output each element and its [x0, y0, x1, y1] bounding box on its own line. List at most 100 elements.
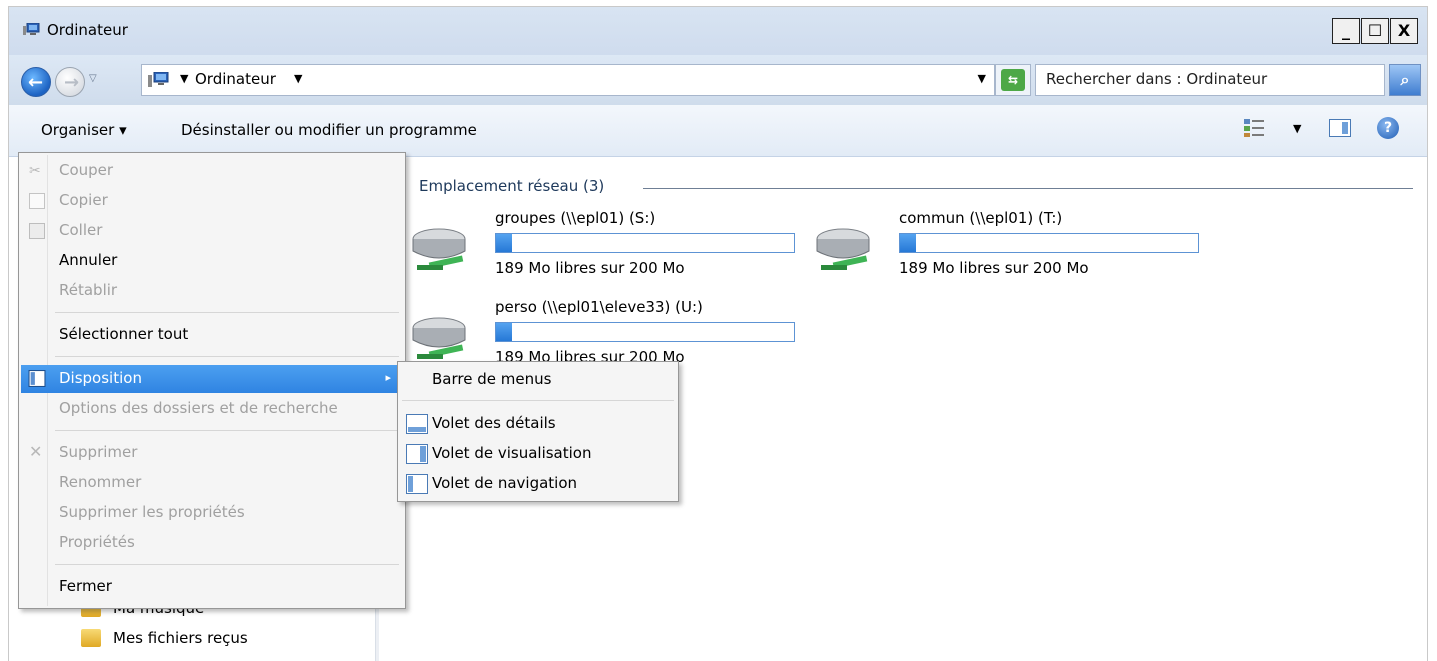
- layout-icon: [28, 370, 46, 387]
- drive-usage-fill: [496, 323, 513, 341]
- title-bar[interactable]: Ordinateur _ ☐ X: [9, 7, 1427, 55]
- computer-icon: [23, 23, 40, 35]
- menu-item-label: Supprimer les propriétés: [59, 503, 245, 521]
- drive-item[interactable]: commun (\\epl01) (T:) 189 Mo libres sur …: [813, 209, 1199, 289]
- menu-item-label: Propriétés: [59, 533, 135, 551]
- menu-item-label: Couper: [59, 161, 114, 179]
- address-history-dropdown-icon[interactable]: ▼: [978, 72, 986, 85]
- breadcrumb-location[interactable]: Ordinateur: [195, 70, 276, 88]
- refresh-button[interactable]: ⇆: [995, 64, 1031, 96]
- organize-button[interactable]: Organiser ▾: [41, 121, 127, 139]
- breadcrumb-arrow-icon[interactable]: ▼: [180, 72, 188, 85]
- submenu-item-menu-bar[interactable]: Barre de menus: [400, 366, 676, 394]
- drive-usage-fill: [900, 234, 917, 252]
- recent-pages-dropdown-icon[interactable]: ▽: [89, 73, 97, 84]
- layout-submenu: Barre de menus Volet des détails Volet d…: [397, 361, 679, 502]
- submenu-item-label: Barre de menus: [432, 370, 552, 388]
- minimize-button[interactable]: _: [1332, 18, 1360, 44]
- preview-pane-icon: [406, 444, 428, 464]
- close-button[interactable]: X: [1390, 18, 1418, 44]
- menu-separator: [55, 356, 399, 357]
- window-title: Ordinateur: [47, 21, 128, 39]
- views-dropdown-icon[interactable]: ▼: [1293, 122, 1301, 135]
- menu-item-undo[interactable]: Annuler: [21, 247, 403, 275]
- menu-item-label: Annuler: [59, 251, 118, 269]
- menu-item-copy[interactable]: Copier: [21, 187, 403, 215]
- menu-item-layout[interactable]: Disposition ▸: [21, 365, 403, 393]
- submenu-item-label: Volet de navigation: [432, 474, 578, 492]
- submenu-item-label: Volet de visualisation: [432, 444, 592, 462]
- views-icon[interactable]: [1244, 119, 1264, 137]
- navigation-pane-icon: [406, 474, 428, 494]
- menu-item-remove-properties[interactable]: Supprimer les propriétés: [21, 499, 403, 527]
- menu-item-label: Renommer: [59, 473, 142, 491]
- submenu-item-navigation-pane[interactable]: Volet de navigation: [400, 470, 676, 498]
- menu-item-properties[interactable]: Propriétés: [21, 529, 403, 557]
- menu-item-rename[interactable]: Renommer: [21, 469, 403, 497]
- help-icon[interactable]: ?: [1377, 117, 1399, 139]
- breadcrumb-arrow-icon[interactable]: ▼: [294, 72, 302, 85]
- drive-item[interactable]: groupes (\\epl01) (S:) 189 Mo libres sur…: [409, 209, 795, 289]
- forward-button[interactable]: →: [55, 67, 85, 97]
- search-input[interactable]: Rechercher dans : Ordinateur: [1035, 64, 1385, 96]
- menu-item-folder-options[interactable]: Options des dossiers et de recherche: [21, 395, 403, 423]
- submenu-item-preview-pane[interactable]: Volet de visualisation: [400, 440, 676, 468]
- maximize-button[interactable]: ☐: [1361, 18, 1389, 44]
- drive-name: commun (\\epl01) (T:): [899, 209, 1063, 227]
- back-arrow-icon: ←: [28, 72, 44, 93]
- network-drive-icon: [412, 317, 466, 359]
- drive-usage-bar: [495, 322, 795, 342]
- details-pane-icon: [406, 414, 428, 434]
- submenu-item-details-pane[interactable]: Volet des détails: [400, 410, 676, 438]
- menu-item-close[interactable]: Fermer: [21, 573, 403, 601]
- submenu-arrow-icon: ▸: [385, 371, 391, 384]
- menu-item-label: Options des dossiers et de recherche: [59, 399, 338, 417]
- paste-icon: [29, 223, 45, 239]
- menu-item-select-all[interactable]: Sélectionner tout: [21, 321, 403, 349]
- search-icon[interactable]: ⌕: [1389, 64, 1421, 96]
- scissors-icon: ✂: [29, 163, 41, 179]
- menu-item-label: Copier: [59, 191, 108, 209]
- group-header-network[interactable]: Emplacement réseau (3): [419, 177, 604, 195]
- drive-usage-bar: [899, 233, 1199, 253]
- search-placeholder: Rechercher dans : Ordinateur: [1046, 70, 1268, 88]
- menu-item-label: Disposition: [59, 369, 142, 387]
- menu-separator: [55, 312, 399, 313]
- command-bar: Organiser ▾ Désinstaller ou modifier un …: [9, 105, 1427, 157]
- menu-item-delete[interactable]: ✕ Supprimer: [21, 439, 403, 467]
- delete-icon: ✕: [29, 442, 43, 461]
- computer-icon: [148, 72, 169, 87]
- menu-item-label: Coller: [59, 221, 103, 239]
- drive-name: perso (\\epl01\eleve33) (U:): [495, 298, 703, 316]
- address-bar-row: ← → ▽ ▼ Ordinateur ▼ ▼ ⇆ Rechercher dans…: [9, 55, 1427, 105]
- uninstall-program-button[interactable]: Désinstaller ou modifier un programme: [181, 121, 477, 139]
- menu-item-redo[interactable]: Rétablir: [21, 277, 403, 305]
- nav-item-received-files[interactable]: Mes fichiers reçus: [113, 629, 248, 647]
- menu-item-label: Rétablir: [59, 281, 118, 299]
- drive-usage-bar: [495, 233, 795, 253]
- preview-pane-icon[interactable]: [1329, 119, 1351, 137]
- folder-icon: [81, 629, 101, 647]
- menu-item-label: Sélectionner tout: [59, 325, 189, 343]
- organize-menu: ✂ Couper Copier Coller Annuler Rétablir …: [18, 152, 406, 609]
- menu-separator: [402, 400, 674, 401]
- drive-free-space: 189 Mo libres sur 200 Mo: [495, 259, 685, 277]
- menu-item-cut[interactable]: ✂ Couper: [21, 157, 403, 185]
- menu-separator: [55, 564, 399, 565]
- drive-name: groupes (\\epl01) (S:): [495, 209, 656, 227]
- menu-item-label: Supprimer: [59, 443, 138, 461]
- group-divider: [643, 188, 1413, 189]
- copy-icon: [29, 193, 45, 209]
- drive-usage-fill: [496, 234, 513, 252]
- address-field[interactable]: ▼ Ordinateur ▼ ▼: [141, 64, 995, 96]
- menu-item-label: Fermer: [59, 577, 112, 595]
- network-drive-icon: [412, 228, 466, 270]
- drive-free-space: 189 Mo libres sur 200 Mo: [899, 259, 1089, 277]
- menu-item-paste[interactable]: Coller: [21, 217, 403, 245]
- network-drive-icon: [816, 228, 870, 270]
- forward-arrow-icon: →: [64, 72, 80, 93]
- refresh-icon: ⇆: [1001, 69, 1025, 91]
- menu-separator: [55, 430, 399, 431]
- submenu-item-label: Volet des détails: [432, 414, 556, 432]
- back-button[interactable]: ←: [21, 67, 51, 97]
